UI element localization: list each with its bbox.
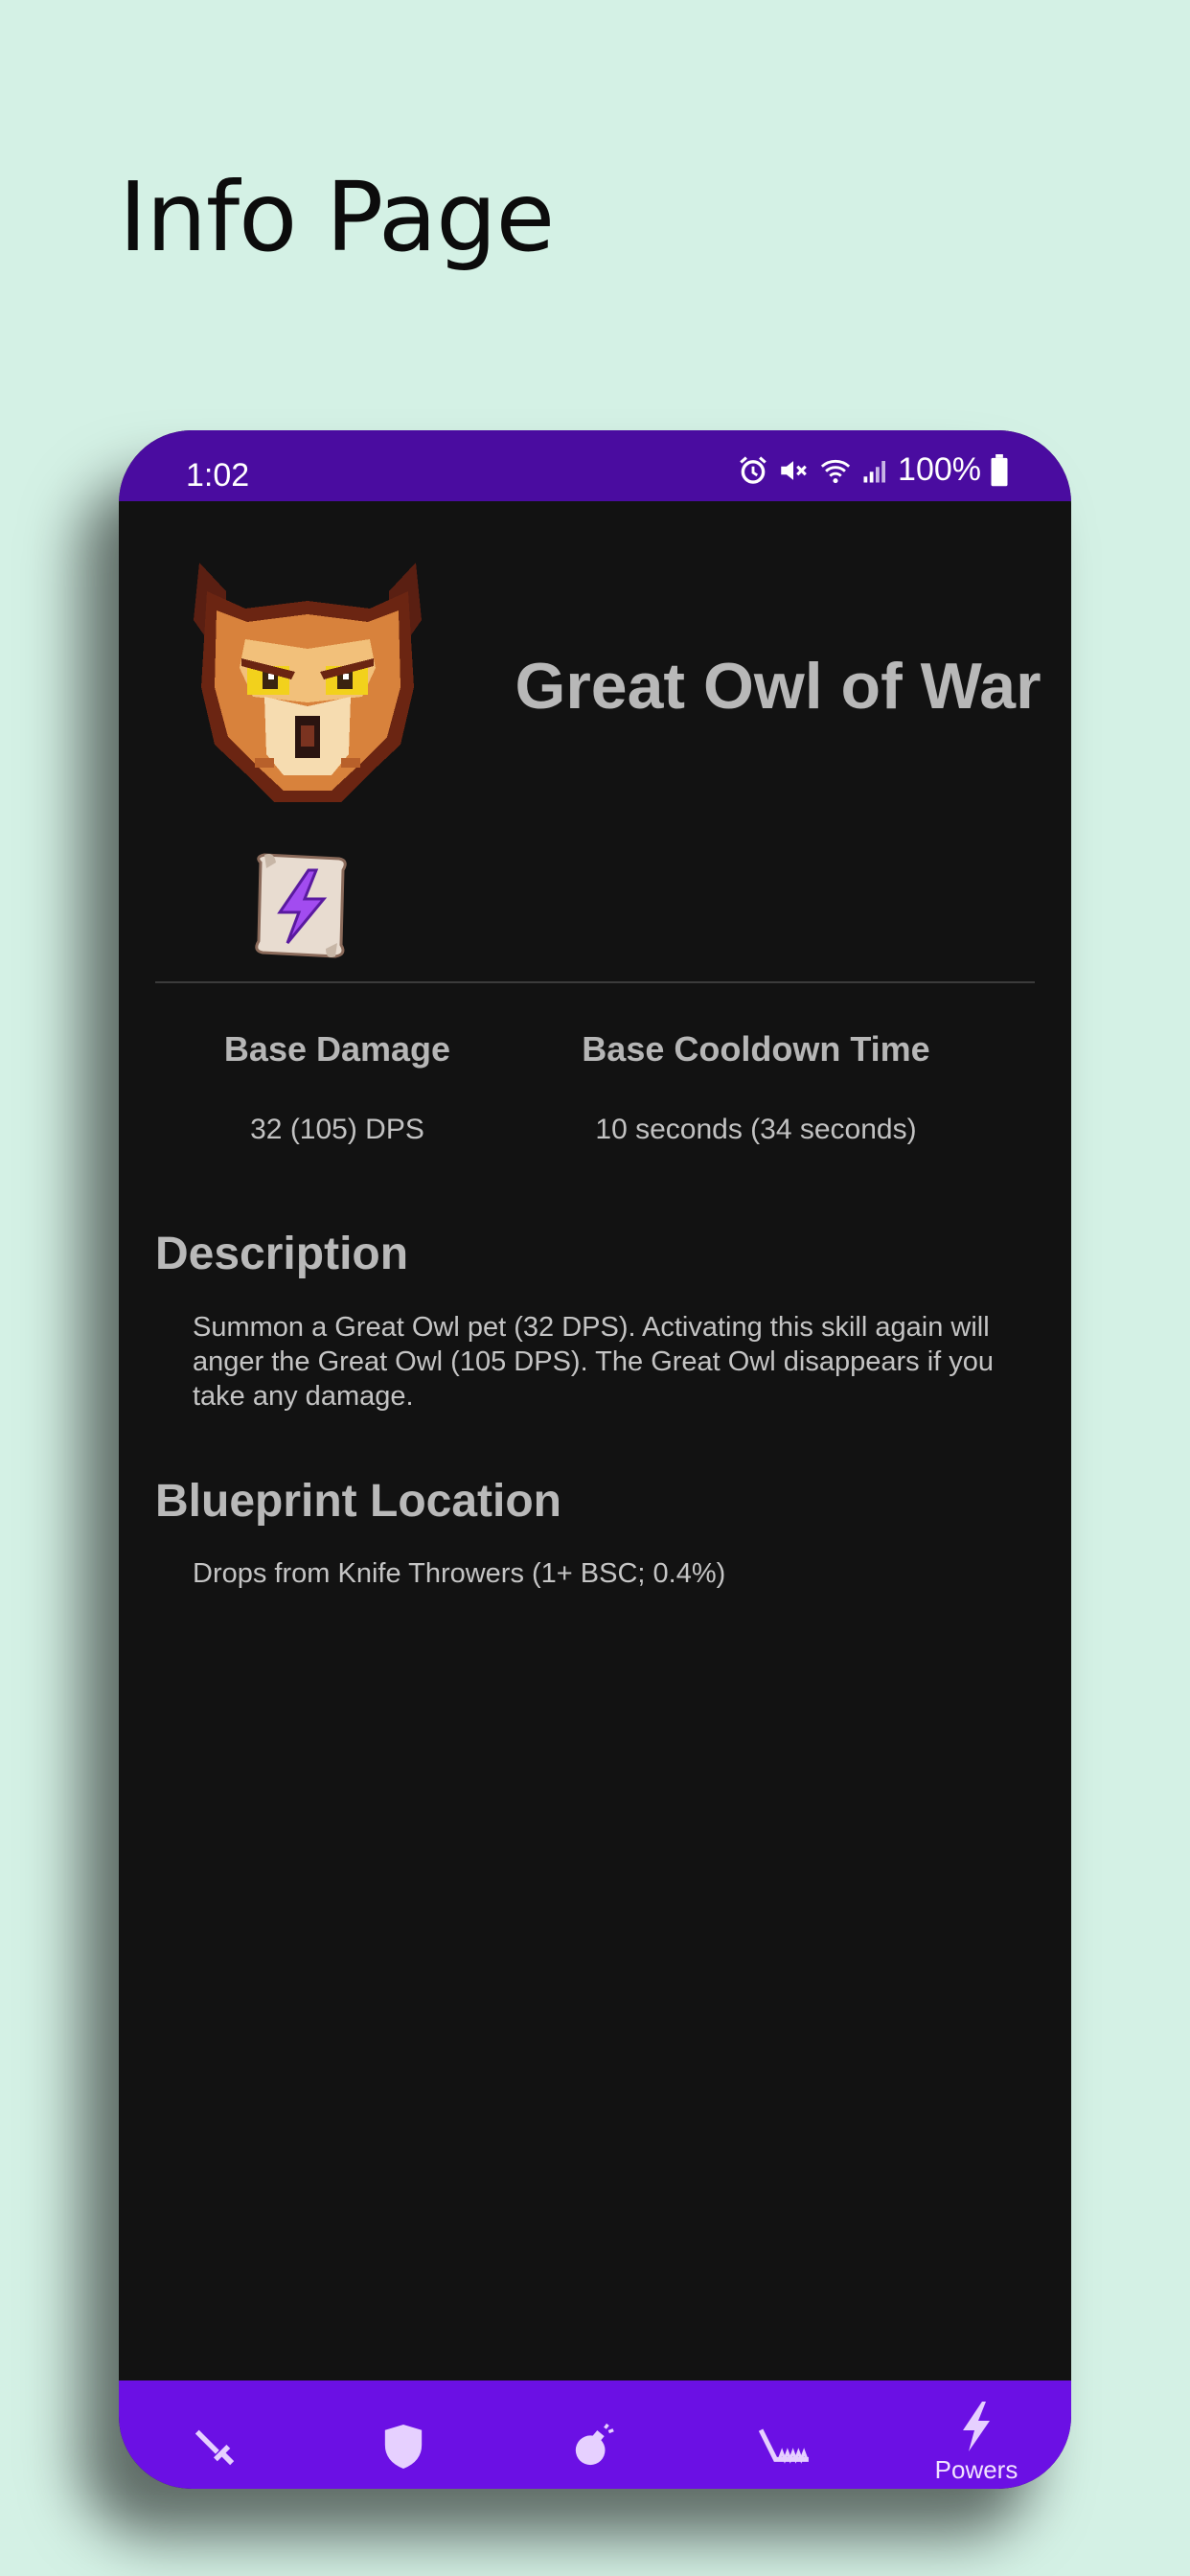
status-bar: 1:02 100%: [119, 430, 1071, 501]
bottom-nav: Powers: [119, 2380, 1071, 2489]
phone-frame: 1:02 100% Great Owl of War Base Damage 3…: [119, 430, 1071, 2489]
nav-item-powers[interactable]: Powers: [881, 2380, 1071, 2489]
signal-icon: [863, 460, 886, 482]
lightning-icon: [963, 2402, 990, 2451]
battery-percent: 100%: [898, 451, 981, 488]
nav-item-traps[interactable]: [690, 2380, 880, 2489]
base-cooldown-value: 10 seconds (34 seconds): [595, 1114, 917, 1145]
shield-icon: [384, 2425, 423, 2469]
divider: [155, 981, 1035, 983]
base-damage-value: 32 (105) DPS: [250, 1114, 424, 1145]
bomb-icon: [575, 2423, 614, 2466]
status-icons: 100%: [737, 451, 1010, 489]
nav-item-armor[interactable]: [309, 2380, 498, 2489]
nav-label-powers: Powers: [934, 2455, 1018, 2484]
trap-icon: [758, 2428, 809, 2464]
mute-icon: [781, 460, 807, 480]
nav-item-weapons[interactable]: [119, 2380, 309, 2489]
status-time: 1:02: [186, 457, 250, 494]
base-damage-label: Base Damage: [223, 1029, 451, 1069]
blueprint-title: Blueprint Location: [155, 1476, 561, 1527]
wifi-icon: [820, 459, 851, 483]
nav-item-grenades[interactable]: [499, 2380, 689, 2489]
description-text: Summon a Great Owl pet (32 DPS). Activat…: [193, 1312, 995, 1412]
base-cooldown-label: Base Cooldown Time: [582, 1029, 930, 1069]
battery-icon: [991, 453, 1008, 486]
owl-image: [194, 563, 422, 802]
blueprint-text: Drops from Knife Throwers (1+ BSC; 0.4%): [193, 1558, 726, 1589]
alarm-icon: [740, 455, 767, 484]
item-title: Great Owl of War: [515, 650, 1041, 723]
sword-icon: [195, 2429, 235, 2466]
page-heading: Info Page: [119, 161, 555, 273]
description-title: Description: [155, 1229, 409, 1279]
power-scroll-icon: [255, 853, 347, 958]
